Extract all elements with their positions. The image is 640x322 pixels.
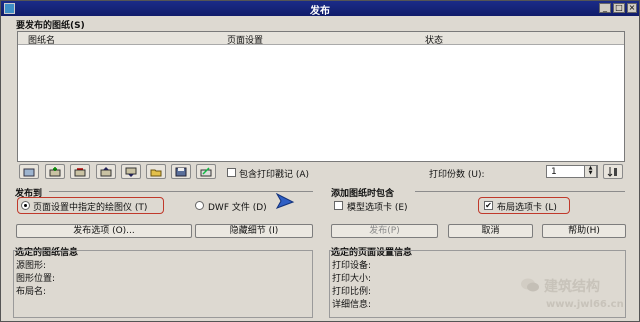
sheets-list-header: 图纸名 页面设置 状态 bbox=[18, 32, 624, 46]
copies-label: 打印份数 (U): bbox=[429, 170, 485, 180]
plot-stamp-icon bbox=[200, 167, 212, 177]
layout-tab-label[interactable]: 布局选项卡 (L) bbox=[497, 200, 557, 213]
source-drawing-label: 源图形: bbox=[16, 261, 47, 271]
include-stamp-checkbox[interactable] bbox=[227, 168, 236, 177]
plot-size-label: 打印大小: bbox=[332, 274, 372, 284]
plot-scale-label: 打印比例: bbox=[332, 287, 372, 297]
preview-sheet-button[interactable] bbox=[19, 164, 39, 179]
copies-stepper[interactable]: ▲ ▼ bbox=[584, 165, 597, 178]
mouse-pointer-icon bbox=[275, 193, 295, 209]
move-sheet-down-button[interactable] bbox=[121, 164, 141, 179]
save-sheet-list-button[interactable] bbox=[171, 164, 191, 179]
minimize-icon[interactable]: _ bbox=[599, 3, 611, 13]
wechat-logo-icon bbox=[521, 278, 539, 292]
move-down-icon bbox=[125, 167, 137, 177]
publish-to-divider bbox=[49, 191, 313, 192]
radio-dwf-file[interactable] bbox=[195, 201, 204, 210]
preview-icon bbox=[23, 168, 35, 177]
watermark-brand: 建筑结构 bbox=[544, 279, 600, 295]
column-header-status[interactable]: 状态 bbox=[425, 33, 443, 46]
watermark-url: www.jwl66.cn bbox=[546, 299, 624, 310]
include-stamp-label: 包含打印戳记 (A) bbox=[239, 170, 310, 180]
model-tab-label[interactable]: 模型选项卡 (E) bbox=[347, 200, 408, 213]
add-sheets-title: 添加图纸时包含 bbox=[331, 189, 395, 199]
selected-sheet-info-box bbox=[13, 250, 313, 318]
sort-sheets-button[interactable] bbox=[603, 164, 623, 179]
model-tab-checkbox[interactable] bbox=[334, 201, 343, 210]
save-icon bbox=[175, 167, 187, 177]
column-header-page-setup[interactable]: 页面设置 bbox=[227, 33, 263, 46]
sheets-section-title: 要发布的图纸(S) bbox=[16, 21, 85, 31]
window-title: 发布 bbox=[310, 6, 330, 17]
title-bar[interactable]: 发布 _ □ × bbox=[1, 1, 639, 17]
move-up-icon bbox=[100, 167, 112, 177]
drawing-location-label: 图形位置: bbox=[16, 274, 56, 284]
maximize-icon[interactable]: □ bbox=[613, 3, 625, 13]
radio-dwf-file-label[interactable]: DWF 文件 (D) bbox=[208, 200, 267, 213]
sheets-list[interactable]: 图纸名 页面设置 状态 bbox=[17, 31, 625, 162]
load-sheet-list-button[interactable] bbox=[146, 164, 166, 179]
help-button[interactable]: 帮助(H) bbox=[542, 224, 626, 238]
close-icon[interactable]: × bbox=[627, 3, 637, 13]
remove-sheets-icon bbox=[74, 168, 86, 177]
plot-device-label: 打印设备: bbox=[332, 261, 372, 271]
remove-sheets-button[interactable] bbox=[70, 164, 90, 179]
add-sheets-button[interactable] bbox=[45, 164, 65, 179]
radio-page-setup-plotter-label[interactable]: 页面设置中指定的绘图仪 (T) bbox=[33, 200, 147, 213]
move-sheet-up-button[interactable] bbox=[96, 164, 116, 179]
details-label: 详细信息: bbox=[332, 300, 372, 310]
plot-stamp-settings-button[interactable] bbox=[196, 164, 216, 179]
add-sheets-divider bbox=[415, 191, 625, 192]
hide-details-button[interactable]: 隐藏细节 (I) bbox=[195, 224, 313, 238]
add-sheets-icon bbox=[49, 167, 61, 177]
layout-tab-checkbox[interactable]: ✔ bbox=[484, 201, 493, 210]
open-folder-icon bbox=[150, 169, 162, 177]
radio-page-setup-plotter[interactable] bbox=[21, 201, 30, 210]
sort-icon bbox=[607, 167, 617, 177]
publish-dialog: 发布 _ □ × 要发布的图纸(S) 图纸名 页面设置 状态 包含打印戳记 (A… bbox=[0, 0, 640, 322]
layout-name-label: 布局名: bbox=[16, 287, 47, 297]
publish-button[interactable]: 发布(P) bbox=[331, 224, 438, 238]
copies-value: 1 bbox=[551, 167, 557, 177]
publish-options-button[interactable]: 发布选项 (O)... bbox=[16, 224, 192, 238]
column-header-sheet-name[interactable]: 图纸名 bbox=[28, 33, 55, 46]
cancel-button[interactable]: 取消 bbox=[448, 224, 533, 238]
